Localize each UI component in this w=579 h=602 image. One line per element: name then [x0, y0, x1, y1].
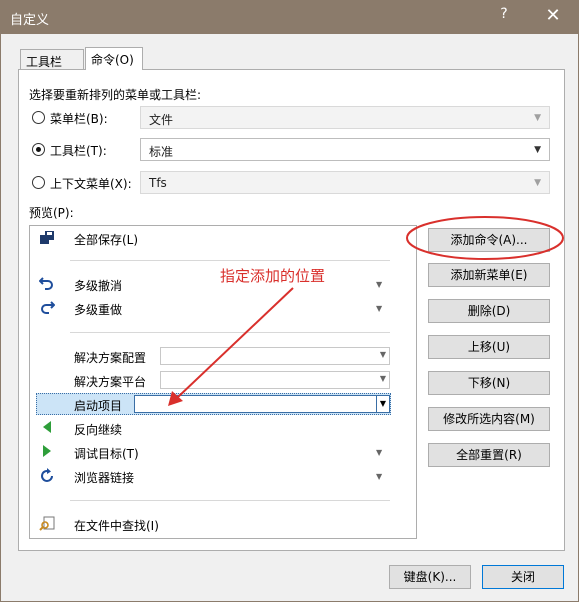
- annotation-text: 指定添加的位置: [220, 267, 326, 285]
- annotation-ellipse: [406, 216, 564, 260]
- tab-commands[interactable]: 命令(O): [85, 47, 143, 70]
- annotation-overlay: [168, 216, 564, 406]
- annotation-arrow-line: [177, 287, 294, 398]
- tab-commands-label: 命令(O): [91, 53, 134, 67]
